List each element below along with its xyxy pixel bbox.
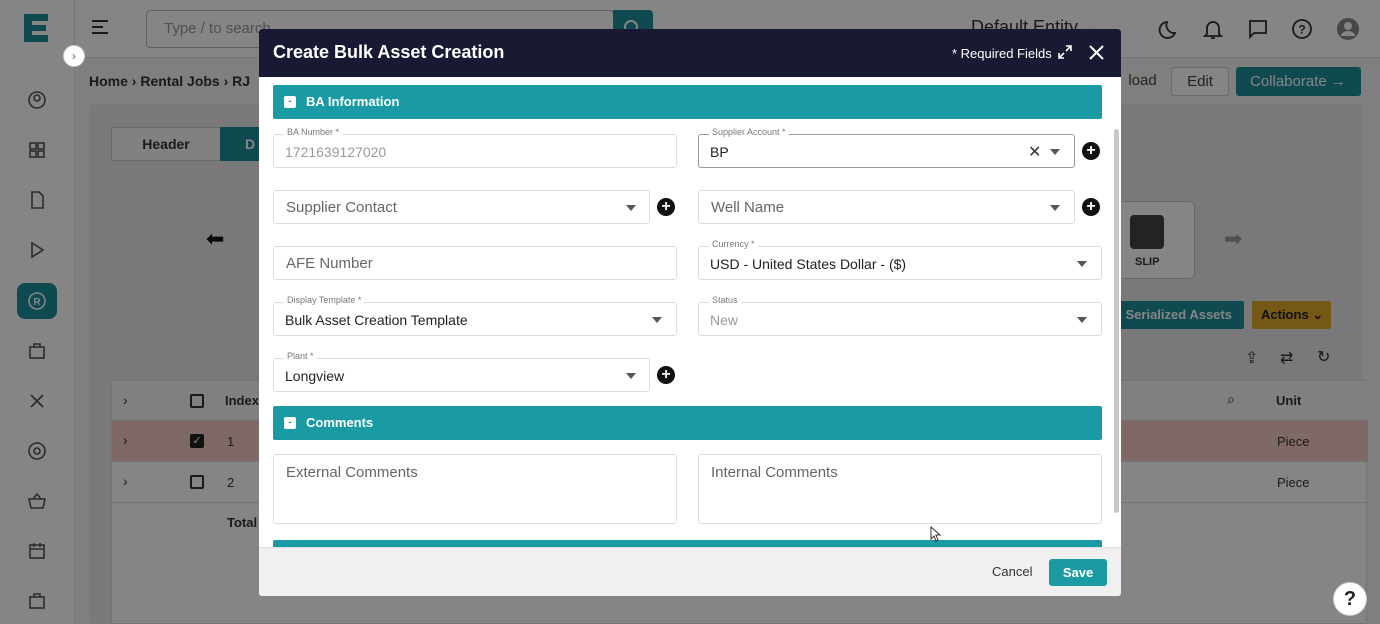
chevron-down-icon[interactable] <box>1077 317 1087 323</box>
display-template-select[interactable]: Display Template * Bulk Asset Creation T… <box>273 295 677 336</box>
section-ba-information[interactable]: - BA Information <box>273 85 1102 119</box>
display-template-value: Bulk Asset Creation Template <box>285 312 468 328</box>
chevron-down-icon[interactable] <box>1050 205 1060 211</box>
add-well-name-button[interactable]: + <box>1082 198 1100 216</box>
plant-value: Longview <box>285 368 345 384</box>
collapse-icon[interactable]: - <box>284 96 296 108</box>
chevron-down-icon[interactable] <box>1050 149 1060 155</box>
chevron-down-icon[interactable] <box>626 205 636 211</box>
modal-title: Create Bulk Asset Creation <box>273 42 505 62</box>
clear-icon[interactable]: ✕ <box>1028 142 1041 162</box>
sidebar-toggle-chevron-icon[interactable]: › <box>63 45 85 67</box>
external-comments-textarea[interactable]: External Comments <box>273 454 677 524</box>
cancel-button[interactable]: Cancel <box>992 564 1032 579</box>
close-icon[interactable] <box>1089 45 1104 65</box>
collapse-icon[interactable]: - <box>284 417 296 429</box>
internal-comments-textarea[interactable]: Internal Comments <box>698 454 1102 524</box>
well-name-select[interactable]: Well Name <box>698 190 1075 224</box>
section-comments[interactable]: - Comments <box>273 406 1102 440</box>
supplier-account-value: BP <box>710 144 729 160</box>
section-title: Comments <box>306 415 374 430</box>
well-name-placeholder: Well Name <box>711 199 785 216</box>
save-button[interactable]: Save <box>1049 559 1107 586</box>
afe-number-input[interactable]: AFE Number <box>273 246 677 280</box>
status-label: Status <box>709 295 741 305</box>
ba-number-value: 1721639127020 <box>285 144 387 160</box>
currency-value: USD - United States Dollar - ($) <box>710 256 907 272</box>
next-section-header[interactable] <box>273 540 1102 547</box>
status-select[interactable]: Status New <box>698 295 1102 336</box>
ba-number-field: BA Number * 1721639127020 <box>273 127 677 168</box>
chevron-down-icon[interactable] <box>1077 261 1087 267</box>
internal-comments-placeholder: Internal Comments <box>711 464 838 481</box>
modal-header: Create Bulk Asset Creation * Required Fi… <box>259 29 1121 77</box>
afe-number-placeholder: AFE Number <box>286 255 373 272</box>
help-button[interactable]: ? <box>1333 582 1367 616</box>
section-title: BA Information <box>306 94 400 109</box>
plant-select[interactable]: Plant * Longview <box>273 351 650 392</box>
create-bulk-asset-modal: Create Bulk Asset Creation * Required Fi… <box>259 29 1121 596</box>
status-value: New <box>710 312 739 328</box>
ba-number-label: BA Number * <box>284 127 343 137</box>
supplier-contact-select[interactable]: Supplier Contact <box>273 190 650 224</box>
supplier-contact-placeholder: Supplier Contact <box>286 199 397 216</box>
required-fields-note: * Required Fields <box>952 46 1052 61</box>
expand-icon[interactable] <box>1057 44 1073 65</box>
plant-label: Plant * <box>284 351 317 361</box>
external-comments-placeholder: External Comments <box>286 464 418 481</box>
supplier-account-label: Supplier Account * <box>709 127 789 137</box>
add-supplier-account-button[interactable]: + <box>1082 142 1100 160</box>
modal-body: - BA Information BA Number * 17216391270… <box>259 77 1121 547</box>
currency-label: Currency * <box>709 239 758 249</box>
chevron-down-icon[interactable] <box>652 317 662 323</box>
currency-select[interactable]: Currency * USD - United States Dollar - … <box>698 239 1102 280</box>
modal-scrollbar[interactable] <box>1114 129 1119 513</box>
mouse-cursor-icon <box>930 525 942 547</box>
add-supplier-contact-button[interactable]: + <box>657 198 675 216</box>
supplier-account-select[interactable]: Supplier Account * BP ✕ <box>698 127 1075 168</box>
chevron-down-icon[interactable] <box>626 373 636 379</box>
add-plant-button[interactable]: + <box>657 366 675 384</box>
modal-footer: Cancel Save <box>259 547 1121 596</box>
display-template-label: Display Template * <box>284 295 365 305</box>
